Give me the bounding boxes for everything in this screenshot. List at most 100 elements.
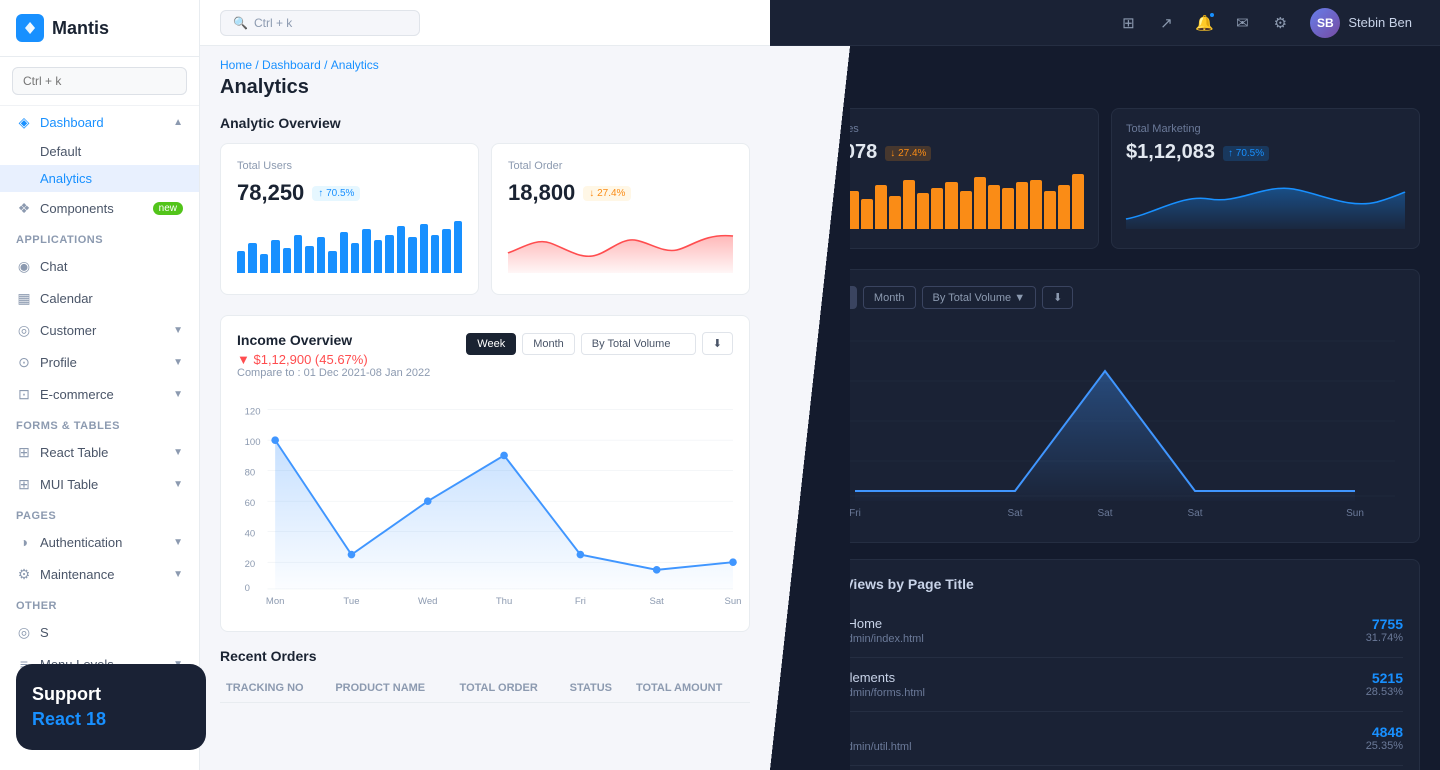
customer-label: Customer	[40, 323, 96, 338]
gear-icon: ⚙	[1274, 14, 1287, 32]
sidebar-item-authentication[interactable]: ◑ Authentication ▼	[0, 526, 199, 558]
svg-text:100: 100	[245, 437, 261, 448]
dark-marketing-row: $1,12,083 ↑ 70.5%	[1126, 141, 1405, 166]
svg-text:0: 0	[245, 583, 250, 594]
dark-week-btn[interactable]: Week	[807, 286, 857, 309]
apps-icon-btn[interactable]: ⊞	[1112, 7, 1144, 39]
sidebar-item-ecommerce[interactable]: ⊡ E-commerce ▼	[0, 378, 199, 410]
auth-icon: ◑	[16, 534, 32, 550]
notification-icon-btn[interactable]: 🔔	[1188, 7, 1220, 39]
svg-text:Mon: Mon	[266, 596, 285, 607]
sales-bar	[833, 207, 845, 229]
pv-title-0: Admin Home	[807, 616, 924, 631]
pv-row-2: Utilities /demo/admin/util.html 4848 25.…	[807, 712, 1403, 766]
pv-pct-0: 31.74%	[1366, 632, 1403, 644]
mail-icon-btn[interactable]: ✉	[1226, 7, 1258, 39]
bar	[420, 224, 428, 274]
sales-bar	[1058, 185, 1070, 229]
bar	[351, 243, 359, 273]
light-panel: Home / Dashboard / Analytics Analytics A…	[200, 46, 770, 770]
svg-text:Fri: Fri	[575, 596, 586, 607]
marketing-area-chart	[1126, 174, 1405, 229]
applications-section: Applications	[0, 224, 199, 250]
settings-icon-btn[interactable]: ⚙	[1264, 7, 1296, 39]
sidebar-item-react-table[interactable]: ⊞ React Table ▼	[0, 436, 199, 468]
breadcrumb-dashboard[interactable]: Dashboard	[262, 58, 321, 72]
sidebar-item-chat[interactable]: ◉ Chat	[0, 250, 199, 282]
pv-left-1: Form Elements /demo/admin/forms.html	[807, 670, 925, 699]
dashboard-icon: ◈	[16, 114, 32, 130]
dark-marketing-label: Total Marketing	[1126, 123, 1405, 135]
sidebar-item-components[interactable]: ❖ Components new	[0, 192, 199, 224]
react-table-label: React Table	[40, 445, 108, 460]
bar	[305, 246, 313, 274]
week-btn[interactable]: Week	[466, 333, 516, 355]
sales-bar	[861, 199, 873, 229]
content-split: Home / Dashboard / Analytics Analytics A…	[200, 46, 1440, 770]
sidebar-item-mui-table[interactable]: ⊞ MUI Table ▼	[0, 468, 199, 500]
sidebar-item-profile[interactable]: ⊙ Profile ▼	[0, 346, 199, 378]
bar	[374, 240, 382, 273]
svg-text:Sat: Sat	[1007, 508, 1022, 519]
sidebar-sub-default[interactable]: Default	[0, 138, 199, 165]
header-search[interactable]: 🔍 Ctrl + k	[220, 10, 420, 36]
page-title: Analytics	[220, 76, 750, 99]
light-header: 🔍 Ctrl + k	[200, 0, 770, 46]
dark-stat-cards: Total Sales $35,078 ↓ 27.4% Total Market…	[790, 108, 1420, 249]
svg-text:Sat: Sat	[1097, 508, 1112, 519]
sidebar-item-calendar[interactable]: ▦ Calendar	[0, 282, 199, 314]
dark-card-marketing: Total Marketing $1,12,083 ↑ 70.5%	[1111, 108, 1420, 249]
pv-url-0: /demo/admin/index.html	[807, 633, 924, 645]
volume-select[interactable]: By Total Volume	[581, 333, 696, 355]
sidebar-item-sample[interactable]: ◎ S	[0, 616, 199, 648]
sidebar: Mantis ◈ Dashboard ▲ Default Analytics ❖…	[0, 0, 200, 770]
support-popup[interactable]: Support React 18	[16, 664, 206, 750]
bar	[397, 226, 405, 273]
share-icon-btn[interactable]: ↗	[1150, 7, 1182, 39]
svg-text:Sun: Sun	[1346, 508, 1364, 519]
sales-bar-chart	[805, 174, 1084, 229]
income-stat: ▼ $1,12,900 (45.67%)	[237, 352, 430, 367]
sidebar-logo[interactable]: Mantis	[0, 0, 199, 57]
breadcrumb: Home / Dashboard / Analytics	[200, 46, 770, 76]
svg-text:60: 60	[245, 498, 256, 509]
pv-row-1: Form Elements /demo/admin/forms.html 521…	[807, 658, 1403, 712]
dashboard-chevron: ▲	[173, 117, 183, 128]
pv-left-2: Utilities /demo/admin/util.html	[807, 724, 912, 753]
sidebar-item-customer[interactable]: ◎ Customer ▼	[0, 314, 199, 346]
pv-right-0: 7755 31.74%	[1366, 616, 1403, 644]
search-input[interactable]	[12, 67, 187, 95]
dark-month-btn[interactable]: Month	[863, 286, 916, 309]
month-btn[interactable]: Month	[522, 333, 575, 355]
svg-text:Sat: Sat	[650, 596, 665, 607]
sales-bar	[805, 213, 817, 230]
sidebar-item-dashboard[interactable]: ◈ Dashboard ▲	[0, 106, 199, 138]
sidebar-sub-analytics[interactable]: Analytics	[0, 165, 199, 192]
dark-marketing-value: $1,12,083	[1126, 141, 1215, 164]
sales-bar	[875, 185, 887, 229]
ecommerce-chevron: ▼	[173, 389, 183, 400]
stat-users-value: 78,250	[237, 180, 304, 206]
sales-bar	[889, 196, 901, 229]
bar	[385, 235, 393, 274]
sidebar-item-maintenance[interactable]: ⚙ Maintenance ▼	[0, 558, 199, 590]
orders-table: TRACKING NO PRODUCT NAME TOTAL ORDER STA…	[220, 674, 750, 703]
sales-bar	[1044, 191, 1056, 230]
col-total-order: TOTAL ORDER	[454, 674, 564, 703]
income-chart-area: 120 100 80 60 40 20 0	[237, 395, 733, 615]
income-header: Income Overview ▼ $1,12,900 (45.67%) Com…	[237, 332, 733, 379]
bar	[260, 254, 268, 273]
dark-income-chart: Fri Sat Sat Sat Sun	[807, 321, 1403, 521]
stat-orders-badge: ↓ 27.4%	[583, 186, 631, 201]
user-info[interactable]: SB Stebin Ben	[1302, 4, 1420, 42]
dark-volume-btn[interactable]: By Total Volume ▼	[922, 286, 1037, 309]
breadcrumb-home[interactable]: Home	[220, 58, 252, 72]
breadcrumb-current: Analytics	[331, 58, 379, 72]
dark-income-section: Week Month By Total Volume ▼ ⬇	[790, 269, 1420, 543]
download-btn[interactable]: ⬇	[702, 332, 733, 355]
bar	[237, 251, 245, 273]
dark-download-btn[interactable]: ⬇	[1042, 286, 1073, 309]
stat-orders-value-row: 18,800 ↓ 27.4%	[508, 180, 733, 206]
user-avatar: SB	[1310, 8, 1340, 38]
sales-bar	[988, 185, 1000, 229]
